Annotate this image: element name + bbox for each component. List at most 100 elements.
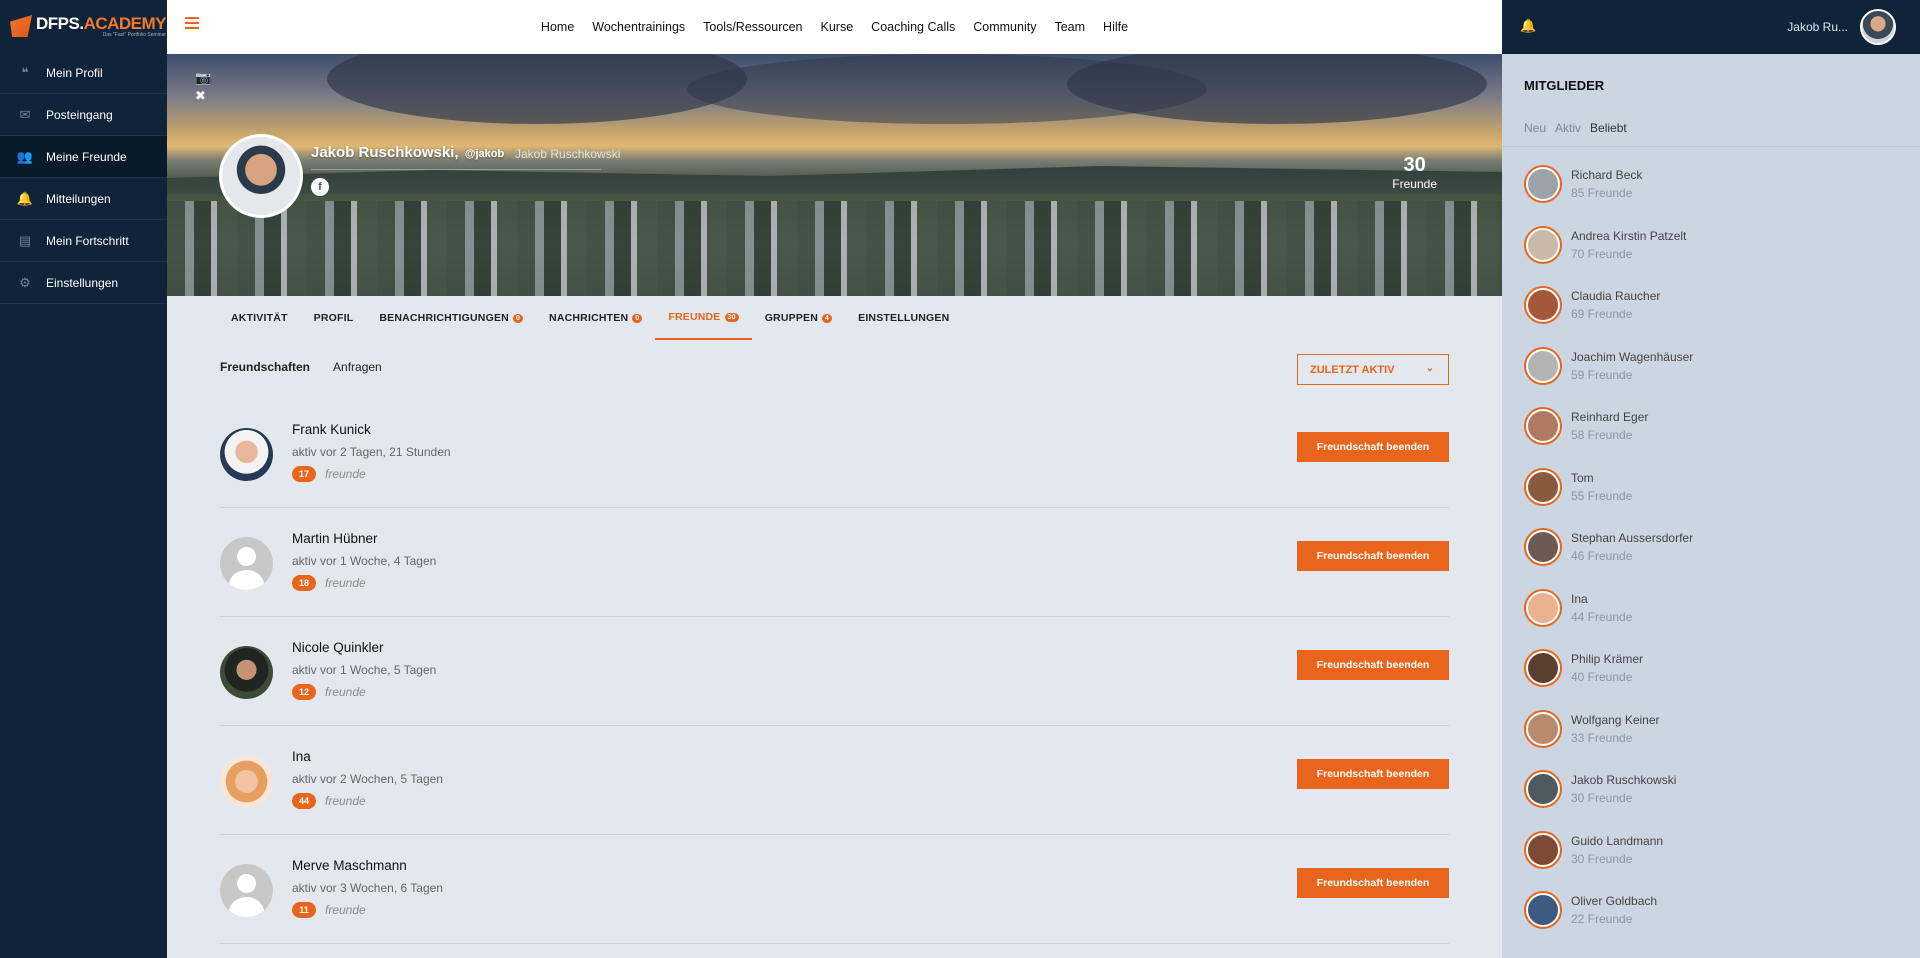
nav-coaching-calls[interactable]: Coaching Calls — [871, 20, 955, 34]
friend-avatar[interactable] — [220, 755, 273, 808]
tab-aktivitaet[interactable]: AKTIVITÄT — [218, 296, 301, 340]
end-friendship-button[interactable]: Freundschaft beenden — [1297, 868, 1449, 898]
member-item[interactable]: Claudia Raucher 69 Freunde — [1524, 283, 1660, 327]
member-name[interactable]: Joachim Wagenhäuser — [1571, 350, 1693, 364]
friend-name[interactable]: Merve Maschmann — [292, 858, 407, 873]
member-item[interactable]: Philip Krämer 40 Freunde — [1524, 646, 1643, 690]
member-name[interactable]: Ina — [1571, 592, 1632, 606]
sidebar-item-mitteilungen[interactable]: 🔔 Mitteilungen — [0, 178, 167, 220]
nav-wochentrainings[interactable]: Wochentrainings — [592, 20, 685, 34]
member-item[interactable]: Reinhard Eger 58 Freunde — [1524, 404, 1648, 448]
member-item[interactable]: Wolfgang Keiner 33 Freunde — [1524, 707, 1660, 751]
tab-freunde[interactable]: FREUNDE 30 — [655, 296, 752, 340]
member-avatar[interactable] — [1524, 347, 1562, 385]
member-avatar[interactable] — [1524, 770, 1562, 808]
friend-count-label: freunde — [325, 576, 366, 590]
end-friendship-button[interactable]: Freundschaft beenden — [1297, 541, 1449, 571]
friend-name[interactable]: Martin Hübner — [292, 531, 378, 546]
member-item[interactable]: Stephan Aussersdorfer 46 Freunde — [1524, 525, 1693, 569]
sidebar-item-posteingang[interactable]: ✉ Posteingang — [0, 94, 167, 136]
notifications-bell-icon[interactable]: 🔔 — [1520, 18, 1536, 33]
member-avatar[interactable] — [1524, 589, 1562, 627]
member-name[interactable]: Andrea Kirstin Patzelt — [1571, 229, 1686, 243]
member-name[interactable]: Philip Krämer — [1571, 652, 1643, 666]
tab-einstellungen[interactable]: EINSTELLUNGEN — [845, 296, 962, 340]
sidebar-item-meine-freunde[interactable]: 👥 Meine Freunde — [0, 136, 167, 178]
member-item[interactable]: Oliver Goldbach 22 Freunde — [1524, 888, 1657, 932]
friend-avatar[interactable] — [220, 428, 273, 481]
friend-name[interactable]: Ina — [292, 749, 311, 764]
member-item[interactable]: Guido Landmann 30 Freunde — [1524, 828, 1663, 872]
member-avatar[interactable] — [1524, 891, 1562, 929]
member-item[interactable]: Ina 44 Freunde — [1524, 586, 1632, 630]
nav-home[interactable]: Home — [541, 20, 574, 34]
member-avatar[interactable] — [1524, 831, 1562, 869]
member-name[interactable]: Stephan Aussersdorfer — [1571, 531, 1693, 545]
members-tab-beliebt[interactable]: Beliebt — [1590, 121, 1627, 135]
friend-name[interactable]: Frank Kunick — [292, 422, 371, 437]
sidebar-item-mein-fortschritt[interactable]: ▤ Mein Fortschritt — [0, 220, 167, 262]
member-name[interactable]: Wolfgang Keiner — [1571, 713, 1660, 727]
member-friends: 33 Freunde — [1571, 731, 1633, 745]
end-friendship-button[interactable]: Freundschaft beenden — [1297, 432, 1449, 462]
member-item[interactable]: Joachim Wagenhäuser 59 Freunde — [1524, 344, 1693, 388]
chevron-down-icon: ⌄ — [1425, 363, 1434, 374]
logo[interactable]: DFPS.ACADEMY Das "Fast" Portfolio Semina… — [0, 0, 167, 52]
member-avatar[interactable] — [1524, 649, 1562, 687]
member-avatar[interactable] — [1524, 468, 1562, 506]
camera-icon[interactable]: 📷 — [195, 70, 211, 86]
tab-gruppen[interactable]: GRUPPEN 4 — [752, 296, 845, 340]
members-tab-aktiv[interactable]: Aktiv — [1555, 121, 1581, 135]
tab-nachrichten[interactable]: NACHRICHTEN 0 — [536, 296, 655, 340]
member-avatar[interactable] — [1524, 286, 1562, 324]
member-item[interactable]: Richard Beck 85 Freunde — [1524, 162, 1642, 206]
nav-team[interactable]: Team — [1054, 20, 1085, 34]
subtab-freundschaften[interactable]: Freundschaften — [220, 360, 310, 374]
end-friendship-button[interactable]: Freundschaft beenden — [1297, 759, 1449, 789]
member-avatar[interactable] — [1524, 528, 1562, 566]
member-name[interactable]: Claudia Raucher — [1571, 289, 1660, 303]
member-name[interactable]: Richard Beck — [1571, 168, 1642, 182]
sidebar-item-einstellungen[interactable]: ⚙ Einstellungen — [0, 262, 167, 304]
member-avatar[interactable] — [1524, 407, 1562, 445]
member-avatar[interactable] — [1524, 710, 1562, 748]
friend-avatar[interactable] — [220, 864, 273, 917]
member-item[interactable]: Jakob Ruschkowski 30 Freunde — [1524, 767, 1676, 811]
facebook-icon[interactable]: f — [311, 178, 329, 196]
member-avatar[interactable] — [1524, 226, 1562, 264]
member-name[interactable]: Reinhard Eger — [1571, 410, 1648, 424]
nav-community[interactable]: Community — [973, 20, 1036, 34]
main-nav: Home Wochentrainings Tools/Ressourcen Ku… — [167, 0, 1502, 54]
subtab-anfragen[interactable]: Anfragen — [333, 360, 382, 374]
friends-count: 30 Freunde — [1392, 154, 1437, 191]
nav-hilfe[interactable]: Hilfe — [1103, 20, 1128, 34]
member-avatar[interactable] — [1524, 165, 1562, 203]
member-name[interactable]: Tom — [1571, 471, 1632, 485]
nav-kurse[interactable]: Kurse — [821, 20, 854, 34]
user-name[interactable]: Jakob Ru... — [1787, 20, 1848, 34]
member-item[interactable]: Andrea Kirstin Patzelt 70 Freunde — [1524, 223, 1686, 267]
sidebar-item-mein-profil[interactable]: ❝ Mein Profil — [0, 52, 167, 94]
member-name[interactable]: Jakob Ruschkowski — [1571, 773, 1676, 787]
tab-profil[interactable]: PROFIL — [301, 296, 367, 340]
members-tab-neu[interactable]: Neu — [1524, 121, 1546, 135]
tab-benachrichtigungen[interactable]: BENACHRICHTIGUNGEN 0 — [366, 296, 536, 340]
end-friendship-button[interactable]: Freundschaft beenden — [1297, 650, 1449, 680]
member-name[interactable]: Oliver Goldbach — [1571, 894, 1657, 908]
member-friends: 40 Freunde — [1571, 670, 1633, 684]
member-item[interactable]: Tom 55 Freunde — [1524, 465, 1632, 509]
friends-count-number: 30 — [1403, 154, 1426, 176]
member-name[interactable]: Guido Landmann — [1571, 834, 1663, 848]
sidebar-item-label: Mein Profil — [46, 65, 103, 80]
profile-divider — [311, 169, 601, 170]
sort-select[interactable]: ZULETZT AKTIV ⌄ — [1297, 354, 1449, 385]
nav-tools-ressourcen[interactable]: Tools/Ressourcen — [703, 20, 802, 34]
member-friends: 58 Freunde — [1571, 428, 1633, 442]
friend-name[interactable]: Nicole Quinkler — [292, 640, 384, 655]
friend-avatar[interactable] — [220, 646, 273, 699]
friend-last-active: aktiv vor 3 Wochen, 6 Tagen — [292, 881, 443, 895]
close-icon[interactable]: ✖ — [195, 88, 206, 104]
user-avatar[interactable] — [1860, 9, 1896, 45]
friend-avatar[interactable] — [220, 537, 273, 590]
profile-handle: @jakob — [464, 148, 505, 160]
